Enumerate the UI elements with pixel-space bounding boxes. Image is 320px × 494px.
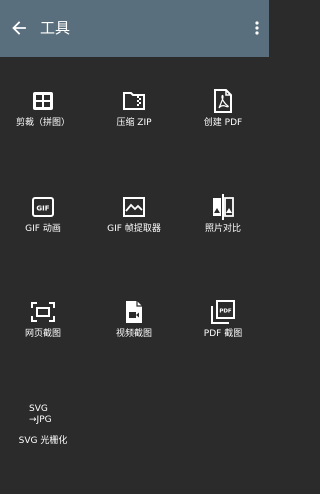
- pdf-box-icon: PDF: [209, 298, 237, 326]
- arrow-back-icon: [12, 21, 26, 35]
- svg-text:GIF: GIF: [36, 205, 49, 213]
- tool-label: 视频截图: [115, 329, 152, 339]
- tool-create-pdf[interactable]: 创建 PDF: [183, 87, 263, 177]
- tool-gif-frame-extractor[interactable]: GIF 帧提取器: [94, 193, 174, 283]
- tool-label: GIF 动画: [25, 224, 61, 234]
- tool-pdf-screenshot[interactable]: PDF PDF 截图: [183, 298, 263, 388]
- tool-photo-compare[interactable]: 照片对比: [183, 193, 263, 283]
- tool-label: 压缩 ZIP: [116, 118, 152, 128]
- app-bar: 工具: [0, 0, 269, 57]
- back-button[interactable]: [8, 17, 30, 39]
- more-options-button[interactable]: [251, 17, 263, 39]
- tool-crop-collage[interactable]: 剪裁（拼图）: [3, 87, 83, 177]
- more-vert-icon: [255, 21, 259, 35]
- tool-label: PDF 截图: [203, 329, 243, 339]
- zip-folder-icon: [120, 87, 148, 115]
- svg-text:PDF: PDF: [219, 309, 232, 315]
- grid-crop-icon: [29, 87, 57, 115]
- tool-label: 创建 PDF: [203, 118, 243, 128]
- tool-webpage-screenshot[interactable]: 网页截图: [3, 298, 83, 388]
- screenshot-icon: [29, 298, 57, 326]
- svg-to-jpg-icon: SVG →JPG: [29, 404, 52, 425]
- tool-gif-animation[interactable]: GIF GIF 动画: [3, 193, 83, 283]
- compare-icon: [209, 193, 237, 221]
- tool-video-screenshot[interactable]: 视频截图: [94, 298, 174, 388]
- tool-label: 剪裁（拼图）: [15, 118, 70, 128]
- page-title: 工具: [40, 19, 71, 37]
- pdf-file-icon: [209, 87, 237, 115]
- image-frame-icon: [120, 193, 148, 221]
- tool-svg-rasterize[interactable]: SVG →JPG SVG 光栅化: [3, 404, 83, 494]
- tool-compress-zip[interactable]: 压缩 ZIP: [94, 87, 174, 177]
- tool-label: GIF 帧提取器: [107, 224, 161, 234]
- video-file-icon: [120, 298, 148, 326]
- gif-icon: GIF: [29, 193, 57, 221]
- tool-label: 照片对比: [204, 224, 241, 234]
- tool-label: 网页截图: [24, 329, 61, 339]
- tool-label: SVG 光栅化: [18, 436, 68, 446]
